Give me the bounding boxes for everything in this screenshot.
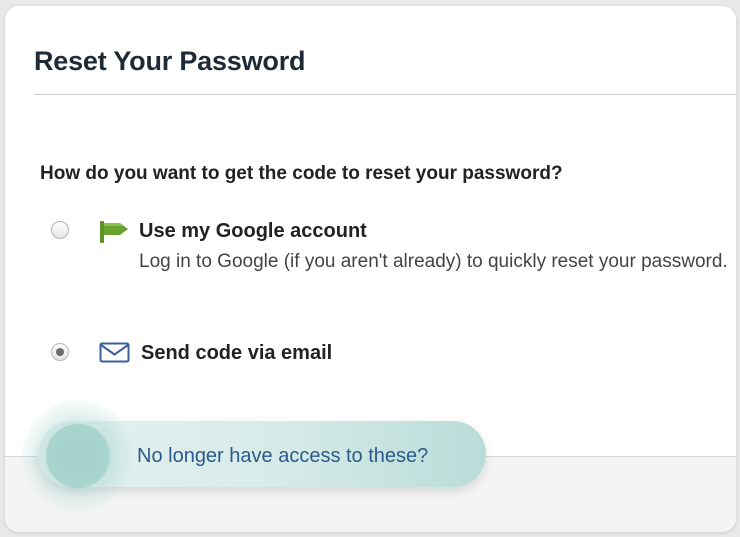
page-title: Reset Your Password bbox=[34, 46, 306, 76]
header-divider bbox=[34, 94, 736, 95]
email-radio[interactable] bbox=[51, 343, 69, 361]
google-account-radio[interactable] bbox=[51, 221, 69, 239]
no-access-link[interactable]: No longer have access to these? bbox=[137, 445, 428, 468]
google-flag-icon bbox=[98, 219, 132, 250]
google-account-title: Use my Google account bbox=[139, 220, 367, 242]
tap-indicator bbox=[46, 424, 110, 488]
google-account-description: Log in to Google (if you aren't already)… bbox=[139, 251, 728, 272]
email-option-title: Send code via email bbox=[141, 342, 333, 364]
envelope-icon bbox=[99, 342, 131, 369]
reset-method-question: How do you want to get the code to reset… bbox=[40, 163, 563, 184]
